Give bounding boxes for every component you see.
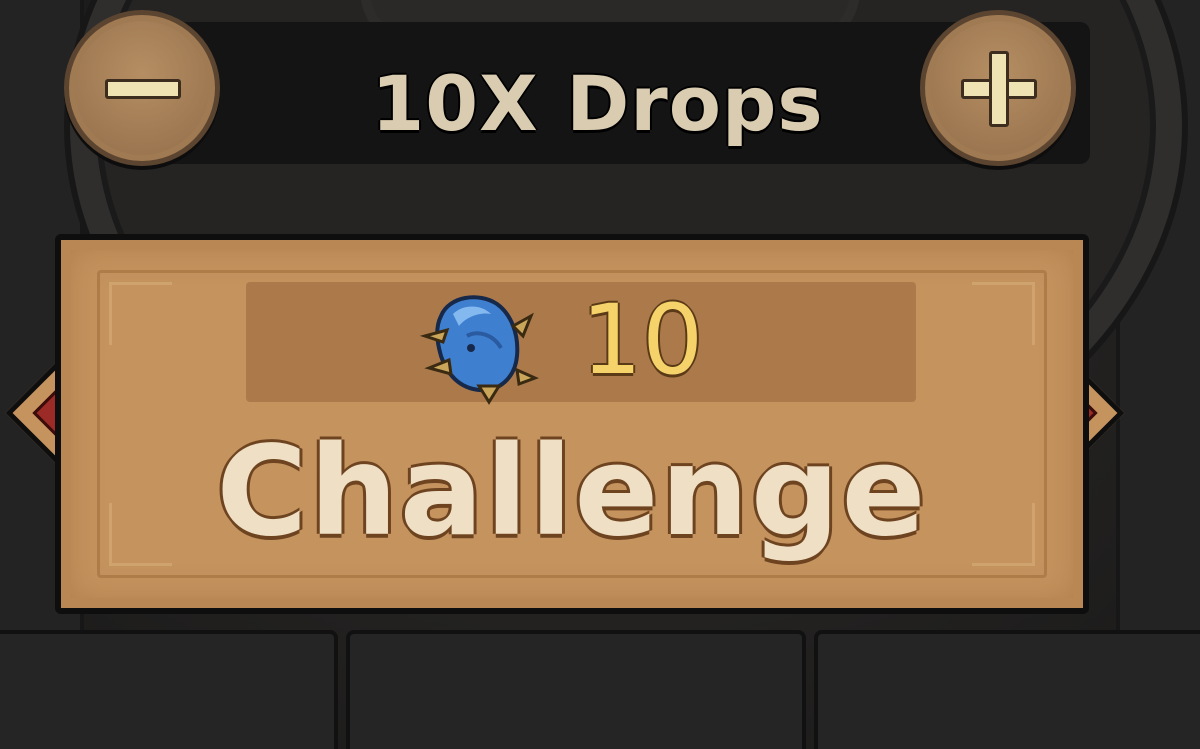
increase-drops-button[interactable] <box>920 10 1076 166</box>
plus-icon-vertical <box>989 51 1009 127</box>
game-screen: 10X Drops 10 Challenge <box>0 0 1200 749</box>
floor-stone <box>346 630 806 749</box>
corner-ornament <box>972 282 1035 345</box>
floor-stone <box>814 630 1200 749</box>
blue-crystal-stamina-icon <box>419 295 539 405</box>
corner-ornament <box>109 282 172 345</box>
minus-icon <box>105 79 181 99</box>
decrease-drops-button[interactable] <box>64 10 220 166</box>
challenge-cost-value: 10 <box>581 284 704 396</box>
challenge-label: Challenge <box>216 420 928 564</box>
floor-stone <box>0 630 338 749</box>
challenge-button[interactable]: 10 Challenge <box>55 234 1089 614</box>
